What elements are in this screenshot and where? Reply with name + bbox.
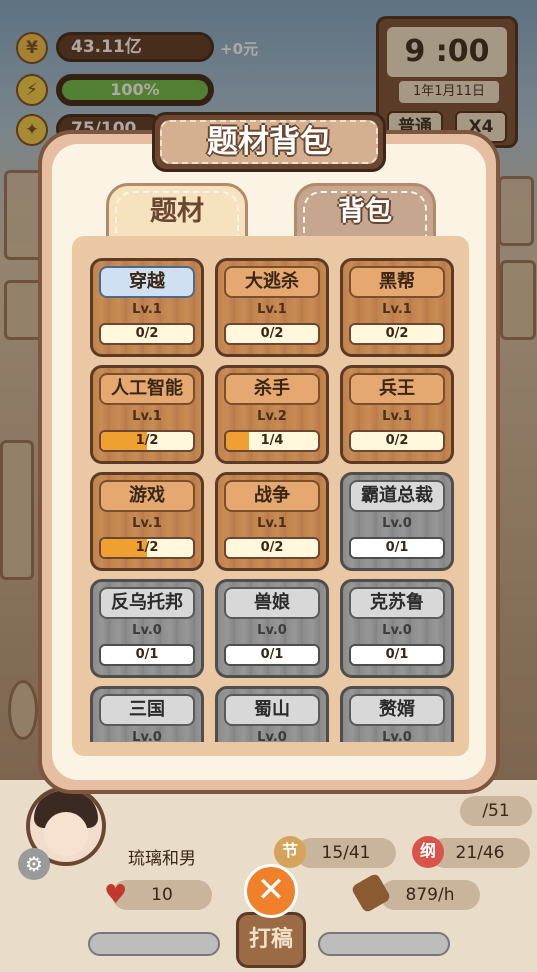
- topic-progress-text: 0/1: [135, 647, 159, 662]
- topic-progress-bar: 0/2: [224, 537, 320, 559]
- topic-progress-bar: 1/2: [99, 430, 195, 452]
- topic-level: Lv.1: [132, 516, 162, 531]
- gang-stat: 21/46: [430, 838, 530, 868]
- topic-progress-text: 0/2: [260, 540, 284, 555]
- topic-card[interactable]: 三国 Lv.0: [90, 686, 204, 742]
- topic-level: Lv.1: [257, 516, 287, 531]
- topic-name: 穿越: [99, 266, 195, 298]
- topic-name: 战争: [224, 480, 320, 512]
- topic-progress-text: 0/1: [260, 647, 284, 662]
- topic-level: Lv.0: [382, 516, 412, 531]
- left-slot: [88, 932, 220, 956]
- topic-progress-text: 0/2: [135, 326, 159, 341]
- topic-card[interactable]: 蜀山 Lv.0: [215, 686, 329, 742]
- tab-stitch: [303, 191, 427, 238]
- topic-level: Lv.1: [257, 302, 287, 317]
- topic-card[interactable]: 兽娘 Lv.0 0/1: [215, 579, 329, 678]
- topic-progress-text: 1/2: [135, 433, 159, 448]
- topic-card[interactable]: 穿越 Lv.1 0/2: [90, 258, 204, 357]
- topic-progress-text: 0/1: [385, 647, 409, 662]
- topic-progress-bar: 0/1: [349, 644, 445, 666]
- topic-progress-bar: 0/2: [224, 323, 320, 345]
- panel-title-plate: 题材背包: [152, 112, 386, 172]
- topic-name: 兵王: [349, 373, 445, 405]
- topic-level: Lv.2: [257, 409, 287, 424]
- topic-name: 三国: [99, 694, 195, 726]
- topic-level: Lv.0: [382, 623, 412, 638]
- right-stat: /51: [460, 796, 532, 826]
- avatar-face: [44, 812, 88, 856]
- game-screen: ¥ 43.11亿 +0元 ⚡ 100% ✦ 75/100 9 :00 1年1月1…: [0, 0, 537, 972]
- topic-card[interactable]: 黑帮 Lv.1 0/2: [340, 258, 454, 357]
- topic-progress-bar: 0/2: [99, 323, 195, 345]
- tab-topics[interactable]: 题材: [106, 183, 248, 241]
- topic-level: Lv.0: [257, 623, 287, 638]
- topic-progress-text: 0/2: [260, 326, 284, 341]
- topic-name: 大逃杀: [224, 266, 320, 298]
- author-name: 琉璃和男: [128, 849, 196, 869]
- topic-card[interactable]: 游戏 Lv.1 1/2: [90, 472, 204, 571]
- topic-progress-text: 1/2: [135, 540, 159, 555]
- topic-level: Lv.1: [132, 302, 162, 317]
- topic-card[interactable]: 兵王 Lv.1 0/2: [340, 365, 454, 464]
- topic-level: Lv.1: [382, 302, 412, 317]
- gear-icon[interactable]: ⚙: [18, 848, 50, 880]
- gang-badge: 纲: [412, 836, 444, 868]
- topic-progress-text: 0/2: [385, 326, 409, 341]
- topic-name: 黑帮: [349, 266, 445, 298]
- close-icon[interactable]: ✕: [244, 864, 298, 918]
- jie-badge: 节: [274, 836, 306, 868]
- topic-grid-scroll[interactable]: 穿越 Lv.1 0/2 大逃杀 Lv.1 0/2 黑帮 Lv.1 0/2 人工智能 Lv.1 1/2 杀…: [72, 254, 469, 742]
- topic-name: 反乌托邦: [99, 587, 195, 619]
- right-slot: [318, 932, 450, 956]
- rate-stat: 879/h: [380, 880, 480, 910]
- hearts-value: 10: [151, 885, 173, 905]
- topic-name: 杀手: [224, 373, 320, 405]
- topic-progress-bar: 0/1: [99, 644, 195, 666]
- topic-name: 蜀山: [224, 694, 320, 726]
- topic-card[interactable]: 人工智能 Lv.1 1/2: [90, 365, 204, 464]
- topic-progress-bar: 1/2: [99, 537, 195, 559]
- topic-progress-bar: 0/1: [349, 537, 445, 559]
- topic-level: Lv.0: [132, 623, 162, 638]
- topic-level: Lv.1: [382, 409, 412, 424]
- topic-name: 赘婿: [349, 694, 445, 726]
- topic-level: Lv.0: [257, 730, 287, 742]
- topic-progress-bar: 0/2: [349, 323, 445, 345]
- rate-value: 879/h: [405, 885, 455, 905]
- topic-name: 霸道总裁: [349, 480, 445, 512]
- jie-stat: 15/41: [296, 838, 396, 868]
- heart-icon: ♥: [104, 880, 128, 910]
- topic-progress-text: 0/1: [385, 540, 409, 555]
- topic-progress-text: 0/2: [385, 433, 409, 448]
- topic-level: Lv.0: [382, 730, 412, 742]
- topic-card[interactable]: 赘婿 Lv.0: [340, 686, 454, 742]
- topic-level: Lv.1: [132, 409, 162, 424]
- topic-name: 克苏鲁: [349, 587, 445, 619]
- topic-progress-bar: 0/2: [349, 430, 445, 452]
- topic-card[interactable]: 战争 Lv.1 0/2: [215, 472, 329, 571]
- tab-bag[interactable]: 背包: [294, 183, 436, 241]
- topic-level: Lv.0: [132, 730, 162, 742]
- topic-name: 游戏: [99, 480, 195, 512]
- gang-value: 21/46: [455, 843, 505, 863]
- topic-progress-bar: 0/1: [224, 644, 320, 666]
- jie-value: 15/41: [321, 843, 371, 863]
- topic-grid: 穿越 Lv.1 0/2 大逃杀 Lv.1 0/2 黑帮 Lv.1 0/2 人工智能 Lv.1 1/2 杀…: [72, 236, 469, 756]
- topic-card[interactable]: 杀手 Lv.2 1/4: [215, 365, 329, 464]
- submit-button[interactable]: 打稿: [236, 912, 306, 968]
- topic-card[interactable]: 反乌托邦 Lv.0 0/1: [90, 579, 204, 678]
- topic-card[interactable]: 霸道总裁 Lv.0 0/1: [340, 472, 454, 571]
- topic-progress-text: 1/4: [260, 433, 284, 448]
- topic-card[interactable]: 克苏鲁 Lv.0 0/1: [340, 579, 454, 678]
- tab-stitch: [115, 191, 239, 238]
- panel-title: 题材背包: [160, 120, 378, 164]
- topic-name: 人工智能: [99, 373, 195, 405]
- topic-card[interactable]: 大逃杀 Lv.1 0/2: [215, 258, 329, 357]
- topic-progress-bar: 1/4: [224, 430, 320, 452]
- right-stat-value: /51: [482, 801, 510, 821]
- topic-name: 兽娘: [224, 587, 320, 619]
